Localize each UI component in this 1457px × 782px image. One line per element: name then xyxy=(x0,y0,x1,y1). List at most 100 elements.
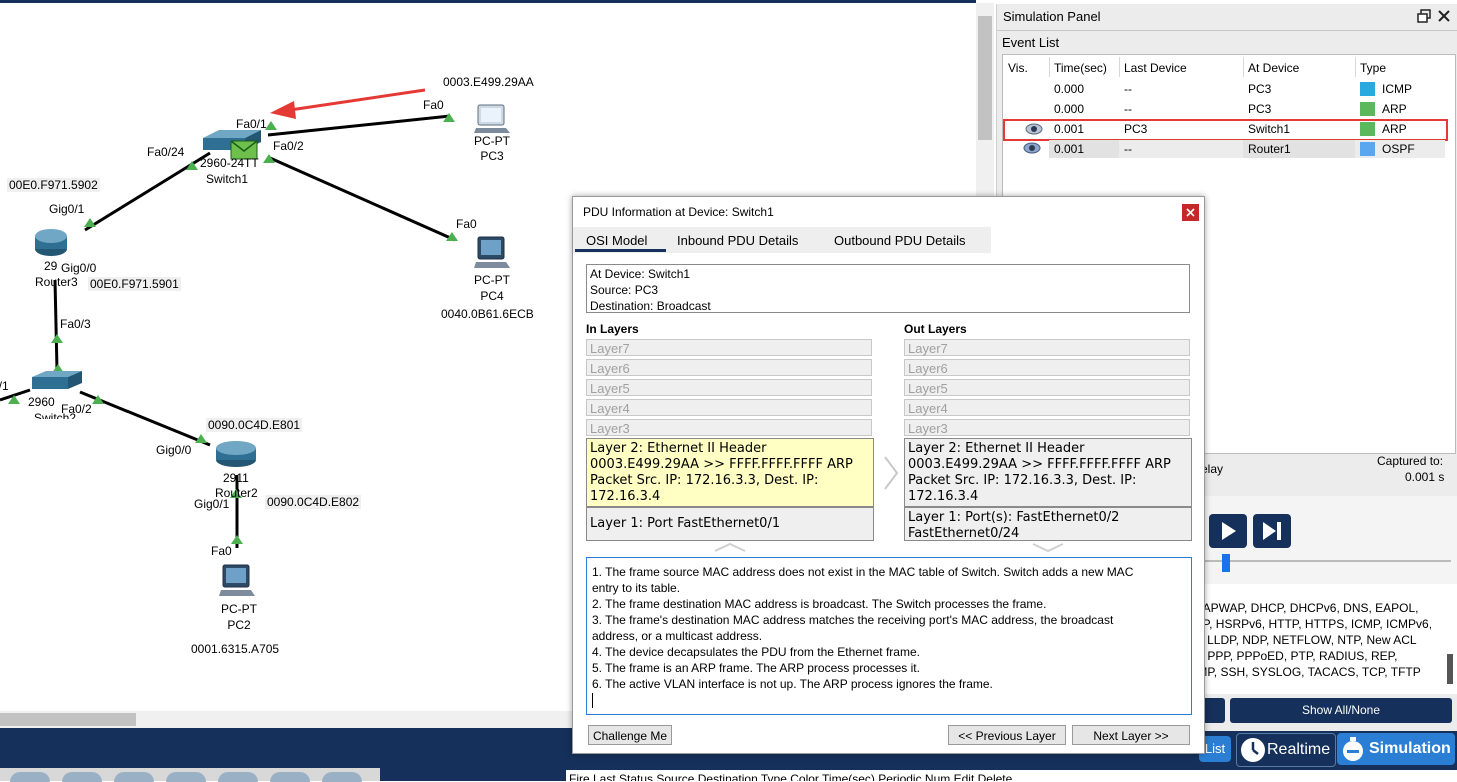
collapse-up-icon[interactable] xyxy=(713,542,747,552)
tab-osi-model[interactable]: OSI Model xyxy=(586,233,647,248)
description-line: 2. The frame destination MAC address is … xyxy=(592,597,1047,611)
in-layer4[interactable]: Layer4 xyxy=(586,399,872,416)
event-row[interactable]: 0.001 -- Router1 OSPF xyxy=(1003,139,1455,159)
event-time: 0.000 xyxy=(1054,102,1085,116)
close-icon[interactable] xyxy=(1437,9,1451,23)
in-layer1-box[interactable]: Layer 1: Port FastEthernet0/1 xyxy=(586,507,874,541)
event-row[interactable]: 0.000 -- PC3 ICMP xyxy=(1003,79,1455,99)
in-layer2-box[interactable]: Layer 2: Ethernet II Header 0003.E499.29… xyxy=(586,438,874,507)
device-info-box: At Device: Switch1 Source: PC3 Destinati… xyxy=(586,264,1190,313)
restore-icon[interactable] xyxy=(1417,9,1431,23)
router3-port-gig00: Gig0/0 xyxy=(61,261,97,275)
event-last-device: -- xyxy=(1124,102,1132,116)
realtime-button[interactable]: Realtime xyxy=(1236,733,1336,767)
out-layer6[interactable]: Layer6 xyxy=(904,359,1190,376)
text-cursor xyxy=(592,693,593,708)
speed-slider-thumb[interactable] xyxy=(1222,554,1230,572)
router2-mac-gig00: 0090.0C4D.E801 xyxy=(206,418,303,432)
description-box[interactable]: 1. The frame source MAC address does not… xyxy=(586,557,1192,715)
out-layer4[interactable]: Layer4 xyxy=(904,399,1190,416)
switch1-port-fa02: Fa0/2 xyxy=(273,139,304,153)
out-layer7[interactable]: Layer7 xyxy=(904,339,1190,356)
pdu-close-button[interactable] xyxy=(1182,204,1199,221)
realtime-label: Realtime xyxy=(1267,741,1331,758)
switch2-port-01: 0/1 xyxy=(0,379,9,393)
out-layer2-box[interactable]: Layer 2: Ethernet II Header 0003.E499.29… xyxy=(904,438,1192,507)
description-line: entry to its table. xyxy=(592,581,681,595)
play-button[interactable] xyxy=(1209,514,1247,548)
link-light xyxy=(84,218,96,227)
in-layers-heading: In Layers xyxy=(586,322,639,336)
filter-line: RP, HSRPv6, HTTP, HTTPS, ICMP, ICMPv6, xyxy=(1194,617,1433,631)
filter-line: CAPWAP, DHCP, DHCPv6, DNS, EAPOL, xyxy=(1194,601,1419,615)
show-all-none-button[interactable]: Show All/None xyxy=(1230,698,1452,723)
router2-port-gig01: Gig0/1 xyxy=(194,497,230,511)
simulation-panel-title: Simulation Panel xyxy=(1003,9,1101,24)
switch2-model: 2960 xyxy=(28,395,55,409)
description-line: 5. The frame is an ARP frame. The ARP pr… xyxy=(592,661,920,675)
eye-icon[interactable] xyxy=(1025,123,1043,135)
switch1-port-fa024: Fa0/24 xyxy=(147,145,185,159)
description-line: 6. The active VLAN interface is not up. … xyxy=(592,677,993,691)
column-vis[interactable]: Vis. xyxy=(1008,61,1028,75)
router3-model: 2911 xyxy=(44,259,58,273)
router3-mac-gig00: 00E0.F971.5901 xyxy=(88,277,181,291)
column-at-device[interactable]: At Device xyxy=(1248,61,1299,75)
tab-strip-end xyxy=(991,227,1204,253)
event-color-swatch xyxy=(1360,142,1375,156)
router2-model: 2911 xyxy=(223,471,249,485)
previous-layer-button[interactable]: << Previous Layer xyxy=(948,725,1066,745)
router3-port-fa03: Fa0/3 xyxy=(60,317,91,331)
filters-scrollbar[interactable] xyxy=(1447,654,1453,684)
pdu-info-dialog: PDU Information at Device: Switch1 OSI M… xyxy=(572,196,1205,754)
clock-icon xyxy=(1241,738,1265,762)
event-filters-text: CAPWAP, DHCP, DHCPv6, DNS, EAPOL, RP, HS… xyxy=(1194,600,1432,680)
filter-line: IMP, SSH, SYSLOG, TACACS, TCP, TFTP xyxy=(1194,665,1421,679)
eye-icon[interactable] xyxy=(1023,142,1041,154)
switch-icon[interactable] xyxy=(30,369,84,393)
horizontal-scroll-thumb[interactable] xyxy=(0,713,136,726)
collapse-down-icon[interactable] xyxy=(1031,542,1065,552)
in-layer3[interactable]: Layer3 xyxy=(586,419,872,436)
link-light xyxy=(231,535,243,544)
event-at-device: Router1 xyxy=(1248,142,1291,156)
next-layer-button[interactable]: Next Layer >> xyxy=(1072,725,1190,745)
router-icon[interactable] xyxy=(33,225,69,259)
event-type: OSPF xyxy=(1382,142,1415,156)
speed-slider-track[interactable] xyxy=(1201,560,1451,562)
challenge-me-button[interactable]: Challenge Me xyxy=(588,725,672,745)
tab-inbound-pdu-details[interactable]: Inbound PDU Details xyxy=(677,233,798,248)
stopwatch-icon xyxy=(1343,737,1363,761)
description-line: 3. The frame's destination MAC address m… xyxy=(592,613,1114,627)
event-time: 0.001 xyxy=(1054,142,1085,156)
out-layer1-box[interactable]: Layer 1: Port(s): FastEthernet0/2 FastEt… xyxy=(904,507,1192,541)
info-at-device: At Device: Switch1 xyxy=(590,267,691,281)
router-icon[interactable] xyxy=(214,439,260,469)
event-last-device: -- xyxy=(1124,142,1132,156)
in-layer6[interactable]: Layer6 xyxy=(586,359,872,376)
tab-outbound-pdu-details[interactable]: Outbound PDU Details xyxy=(834,233,966,248)
pc3-type: PC-PT xyxy=(474,134,510,148)
event-row[interactable]: 0.000 -- PC3 ARP xyxy=(1003,99,1455,119)
simulation-button[interactable]: Simulation xyxy=(1337,733,1455,765)
step-forward-button[interactable] xyxy=(1253,514,1291,548)
pc-icon[interactable] xyxy=(219,563,259,599)
column-last-device[interactable]: Last Device xyxy=(1124,61,1187,75)
column-time[interactable]: Time(sec) xyxy=(1054,61,1107,75)
vertical-scroll-thumb[interactable] xyxy=(978,16,992,140)
event-color-swatch xyxy=(1360,102,1375,116)
info-destination: Destination: Broadcast xyxy=(590,299,711,313)
pc-icon[interactable] xyxy=(474,103,514,135)
in-layer7[interactable]: Layer7 xyxy=(586,339,872,356)
layer-arrow-icon xyxy=(884,456,899,490)
in-layer5[interactable]: Layer5 xyxy=(586,379,872,396)
out-layer3[interactable]: Layer3 xyxy=(904,419,1190,436)
router2-mac-gig01: 0090.0C4D.E802 xyxy=(265,495,362,509)
event-last-device: -- xyxy=(1124,82,1132,96)
pc-icon[interactable] xyxy=(474,235,514,271)
column-type[interactable]: Type xyxy=(1360,61,1386,75)
pdu-list-table: Fire Last Status Source Destination Type… xyxy=(566,770,1457,781)
out-layer5[interactable]: Layer5 xyxy=(904,379,1190,396)
step-forward-icon xyxy=(1263,522,1281,540)
event-row-selected[interactable]: 0.001 PC3 Switch1 ARP xyxy=(1003,119,1448,141)
